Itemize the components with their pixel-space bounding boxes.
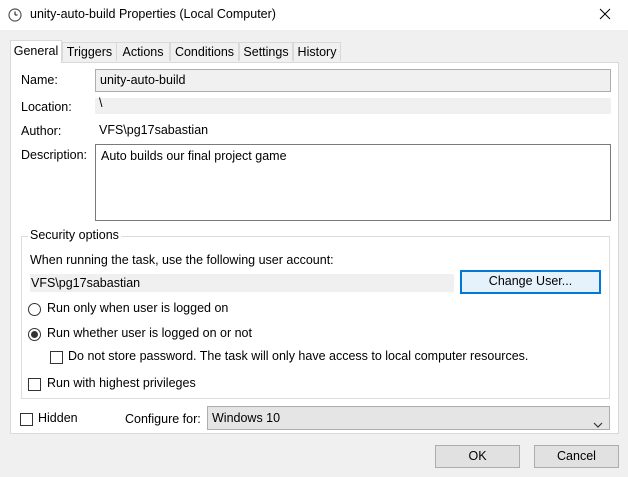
configure-for-select[interactable]: Windows 10 [207, 406, 610, 430]
tab-label: Conditions [174, 45, 235, 59]
highest-privileges-checkbox[interactable] [28, 378, 41, 391]
run-whether-logged-on-label[interactable]: Run whether user is logged on or not [47, 326, 252, 340]
hidden-label[interactable]: Hidden [38, 411, 78, 425]
tab-history[interactable]: History [293, 42, 341, 61]
tab-settings[interactable]: Settings [239, 42, 293, 61]
window-title: unity-auto-build Properties (Local Compu… [30, 7, 276, 21]
description-field[interactable]: Auto builds our final project game [95, 144, 611, 221]
ok-button[interactable]: OK [435, 445, 520, 468]
author-field: VFS\pg17sabastian [99, 123, 209, 137]
tab-label: Actions [122, 45, 164, 59]
do-not-store-password-checkbox[interactable] [50, 351, 63, 364]
tab-label: General [13, 44, 59, 58]
highest-privileges-label[interactable]: Run with highest privileges [47, 376, 196, 390]
configure-for-value: Windows 10 [212, 411, 281, 425]
hidden-checkbox[interactable] [20, 413, 33, 426]
radio-selected-dot [31, 331, 38, 338]
chevron-down-icon [593, 414, 603, 428]
description-label: Description: [21, 148, 87, 162]
author-label: Author: [21, 124, 62, 138]
tab-conditions[interactable]: Conditions [170, 42, 239, 61]
tab-triggers[interactable]: Triggers [62, 42, 117, 61]
clock-icon [8, 8, 22, 22]
run-only-logged-on-label[interactable]: Run only when user is logged on [47, 301, 228, 315]
close-icon [599, 8, 611, 23]
close-button[interactable] [582, 0, 628, 30]
security-options-legend: Security options [28, 228, 121, 242]
run-whether-logged-on-radio[interactable] [28, 328, 41, 341]
do-not-store-password-label[interactable]: Do not store password. The task will onl… [68, 349, 528, 363]
configure-for-label: Configure for: [125, 412, 201, 426]
name-field[interactable]: unity-auto-build [95, 69, 611, 92]
title-bar: unity-auto-build Properties (Local Compu… [0, 0, 628, 30]
run-only-logged-on-radio[interactable] [28, 303, 41, 316]
tab-actions[interactable]: Actions [116, 42, 170, 61]
security-options-group: Security options When running the task, … [21, 228, 610, 399]
location-label: Location: [21, 100, 72, 114]
tab-general[interactable]: General [10, 40, 62, 63]
general-panel: Name: unity-auto-build Location: \ Autho… [10, 62, 619, 434]
change-user-button[interactable]: Change User... [460, 270, 601, 294]
tab-label: Triggers [66, 45, 113, 59]
location-field: \ [95, 97, 611, 114]
tab-label: Settings [243, 45, 289, 59]
user-account-field: VFS\pg17sabastian [30, 274, 454, 292]
tab-label: History [297, 45, 337, 59]
name-label: Name: [21, 73, 58, 87]
cancel-button[interactable]: Cancel [534, 445, 619, 468]
account-prompt: When running the task, use the following… [30, 253, 334, 267]
